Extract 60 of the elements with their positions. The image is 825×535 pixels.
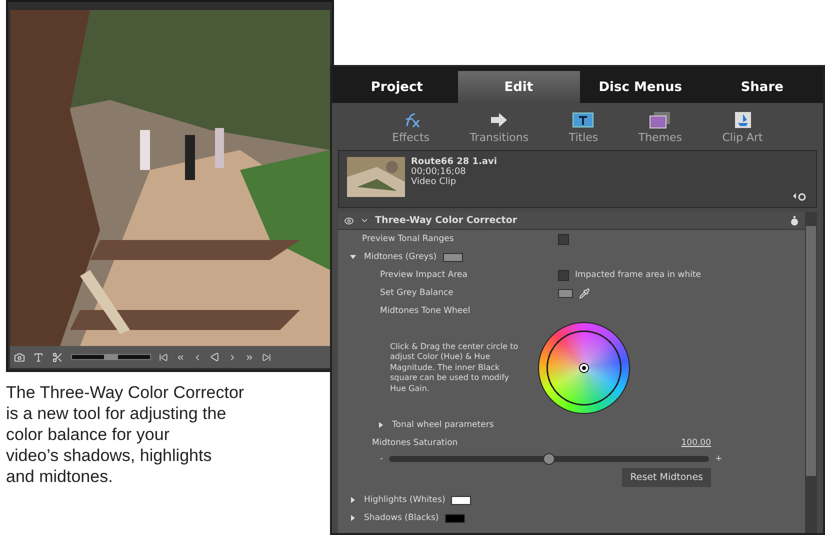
tool-label[interactable]: Effects: [392, 131, 430, 144]
section-label: Midtones (Greys): [364, 252, 437, 262]
color-swatch[interactable]: [442, 252, 463, 262]
clip-time: 00;00;16;08: [411, 167, 467, 177]
tool-label[interactable]: Transitions: [470, 131, 529, 144]
color-swatch[interactable]: [451, 496, 472, 504]
slider-track[interactable]: [389, 456, 710, 462]
color-swatch[interactable]: [444, 514, 465, 522]
audio-icon[interactable]: [792, 191, 806, 201]
plus-label: +: [715, 454, 722, 464]
tab[interactable]: Edit: [458, 71, 580, 103]
checkbox-label: Impacted frame area in white: [575, 270, 702, 280]
skip-forward-icon[interactable]: [262, 352, 271, 362]
option-label: Set Grey Balance: [380, 288, 454, 298]
tool-label[interactable]: Clip Art: [722, 131, 763, 144]
checkbox[interactable]: [558, 234, 569, 244]
expanded-caret-icon[interactable]: [350, 254, 356, 260]
scissors-icon[interactable]: [52, 352, 63, 362]
collapsed-caret-icon[interactable]: [350, 497, 356, 503]
reset-button[interactable]: Reset Midtones: [622, 468, 711, 487]
arrow-icon: [489, 111, 510, 129]
clip-name: Route66 28 1.avi: [411, 157, 497, 167]
help-text: Click & Drag the center circle to adjust Color (Hue) & Hue Magnitude. The inner Black square can be used to modify Hue Gain.: [390, 342, 520, 394]
expanded-caret-icon[interactable]: [360, 216, 369, 225]
themes-icon: [649, 111, 672, 129]
play-icon[interactable]: [210, 352, 220, 362]
skip-back-icon[interactable]: [159, 352, 168, 362]
checkbox[interactable]: [558, 270, 569, 280]
clip-art-icon: [732, 111, 753, 129]
stopwatch-icon[interactable]: [790, 216, 799, 226]
step-back-icon[interactable]: [193, 352, 202, 362]
option-label: Preview Impact Area: [380, 270, 468, 280]
camera-icon[interactable]: [14, 352, 25, 362]
titles-icon: [572, 111, 594, 129]
section-label: Shadows (Blacks): [364, 513, 439, 523]
section-label: Highlights (Whites): [364, 495, 446, 505]
effect-title: Three-Way Color Corrector: [375, 215, 518, 226]
scrollbar[interactable]: [805, 212, 817, 533]
fast-forward-icon[interactable]: [245, 352, 254, 362]
slider-value[interactable]: 100.00: [681, 438, 711, 448]
section-label: Tonal wheel parameters: [392, 420, 494, 430]
option-label: Preview Tonal Ranges: [362, 234, 455, 244]
clip-type: Video Clip: [411, 177, 458, 187]
minus-label: -: [380, 454, 384, 464]
caption: The Three-Way Color Corrector is a new tool for adjusting the color balance for your video’s shadows, highlights and midtones.: [6, 382, 246, 487]
tool-label[interactable]: Titles: [568, 131, 598, 144]
text-icon[interactable]: [33, 352, 44, 362]
collapsed-caret-icon[interactable]: [350, 515, 356, 521]
collapsed-caret-icon[interactable]: [378, 422, 384, 428]
effect-header[interactable]: Three-Way Color Corrector: [338, 212, 805, 230]
eyedropper-icon[interactable]: [579, 288, 590, 298]
slider-label: Midtones Saturation: [372, 438, 458, 448]
slider-thumb[interactable]: [543, 453, 556, 465]
color-swatch[interactable]: [558, 288, 573, 298]
rewind-icon[interactable]: [176, 352, 185, 362]
eye-icon[interactable]: [344, 216, 354, 226]
shuttle-slider[interactable]: [71, 354, 151, 360]
tool-label[interactable]: Themes: [638, 131, 682, 144]
step-forward-icon[interactable]: [228, 352, 237, 362]
option-label: Midtones Tone Wheel: [380, 306, 470, 316]
